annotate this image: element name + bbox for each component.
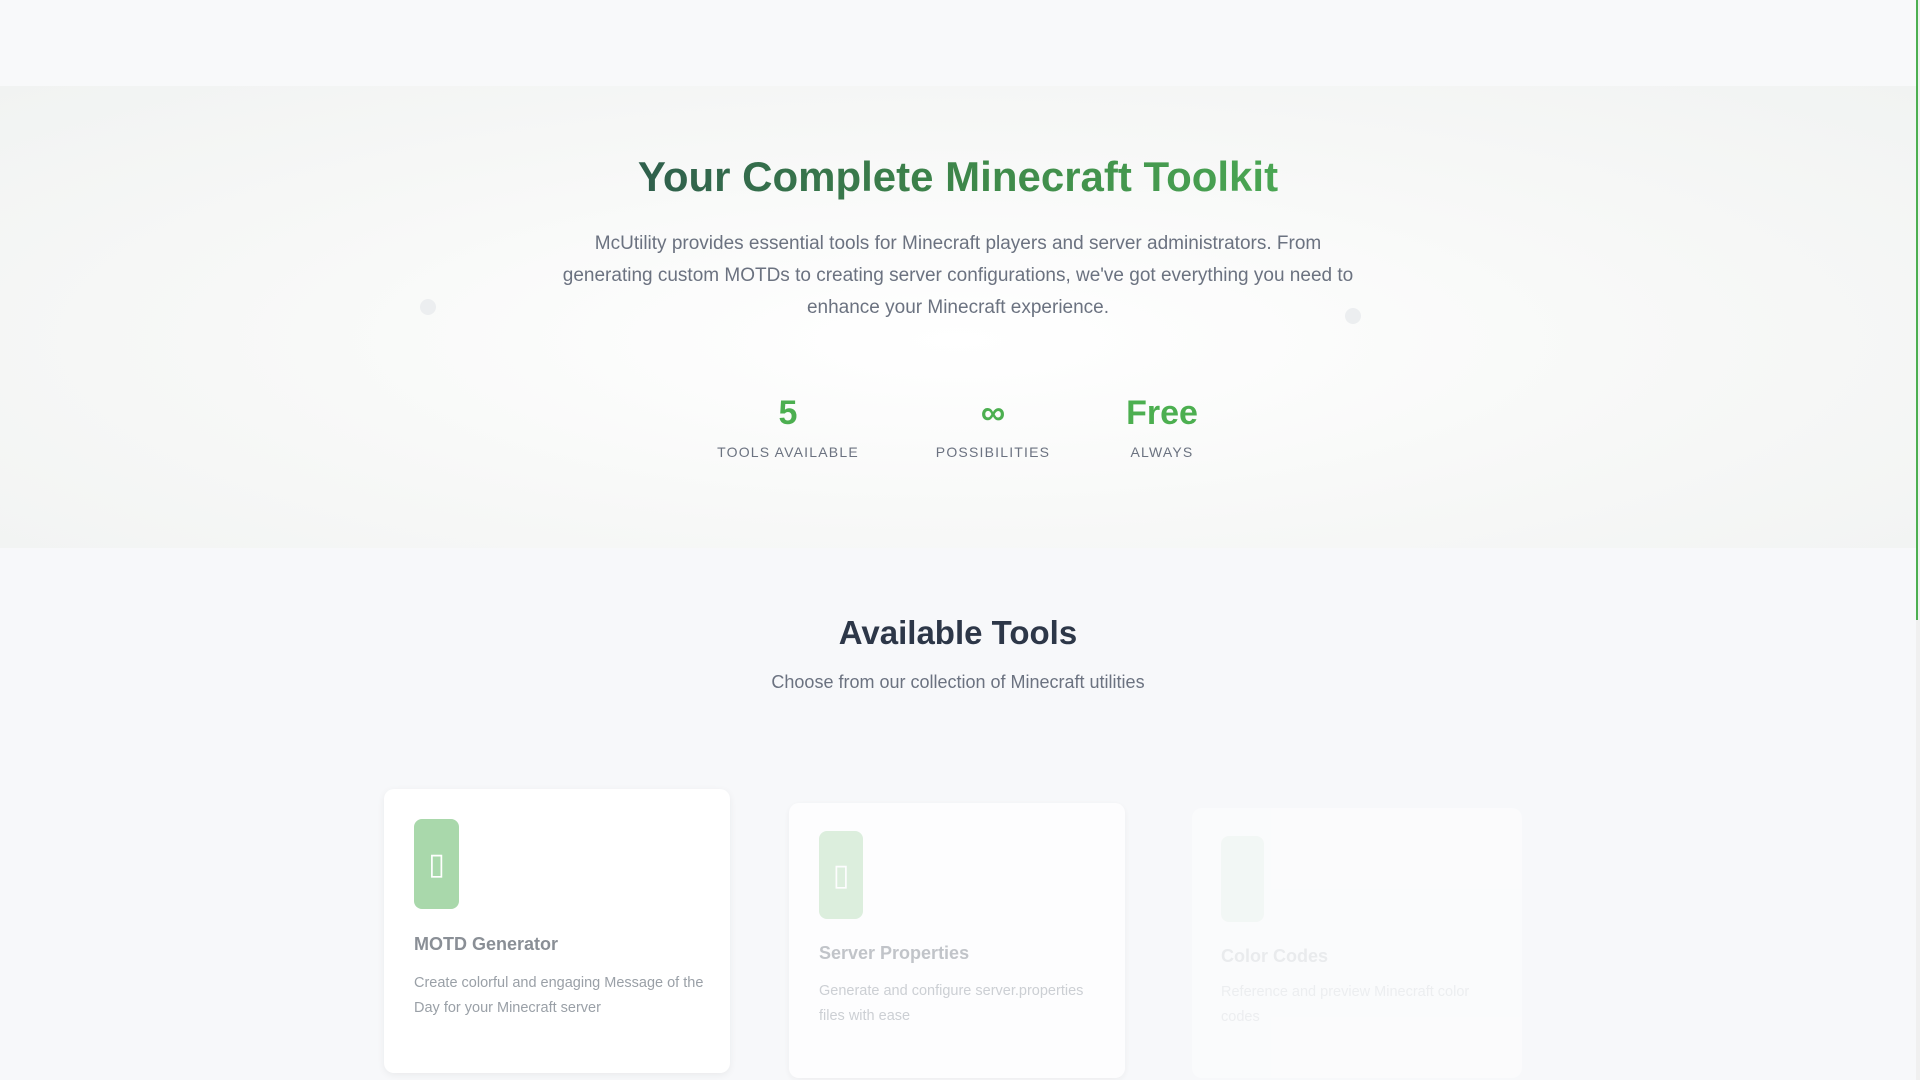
stat-label: POSSIBILITIES <box>935 444 1051 460</box>
color-icon <box>1221 836 1264 922</box>
tool-card-motd-generator[interactable]: ▯ MOTD Generator Create colorful and eng… <box>384 789 730 1073</box>
decorative-dot-right <box>1345 308 1361 324</box>
hero-title: Your Complete Minecraft Toolkit <box>0 150 1916 204</box>
tool-card-server-properties[interactable]: ▯ Server Properties Generate and configu… <box>789 803 1125 1078</box>
tool-card-description: Create colorful and engaging Message of … <box>414 975 704 1016</box>
stat-free: Free ALWAYS <box>1102 392 1222 460</box>
stat-value: ∞ <box>980 394 1006 432</box>
motd-icon: ▯ <box>414 819 459 909</box>
stat-value: 5 <box>778 394 798 432</box>
tool-card-description: Reference and preview Minecraft color co… <box>1221 984 1470 1025</box>
tools-section-title: Available Tools <box>838 614 1078 651</box>
tool-card-description: Generate and configure server.properties… <box>819 983 1084 1024</box>
stat-value: Free <box>1126 394 1198 432</box>
tool-card-color-codes[interactable]: Color Codes Reference and preview Minecr… <box>1192 808 1522 1078</box>
stat-label: ALWAYS <box>1130 444 1194 460</box>
server-icon: ▯ <box>819 831 863 919</box>
hero-description: McUtility provides essential tools for M… <box>562 233 1354 318</box>
tool-card-title: Server Properties <box>819 943 970 963</box>
decorative-dot-left <box>420 299 436 315</box>
stat-label: TOOLS AVAILABLE <box>717 444 859 460</box>
hero-title-text: Your Complete Minecraft Toolkit <box>637 153 1279 200</box>
tool-card-title: MOTD Generator <box>414 934 559 954</box>
tool-card-title: Color Codes <box>1221 946 1329 966</box>
stat-tools-available: 5 TOOLS AVAILABLE <box>708 392 868 460</box>
scrollbar-thumb[interactable] <box>1916 0 1918 620</box>
top-navbar <box>0 0 1916 86</box>
tools-section-subtitle: Choose from our collection of Minecraft … <box>771 672 1145 692</box>
stat-possibilities: ∞ POSSIBILITIES <box>923 392 1063 460</box>
